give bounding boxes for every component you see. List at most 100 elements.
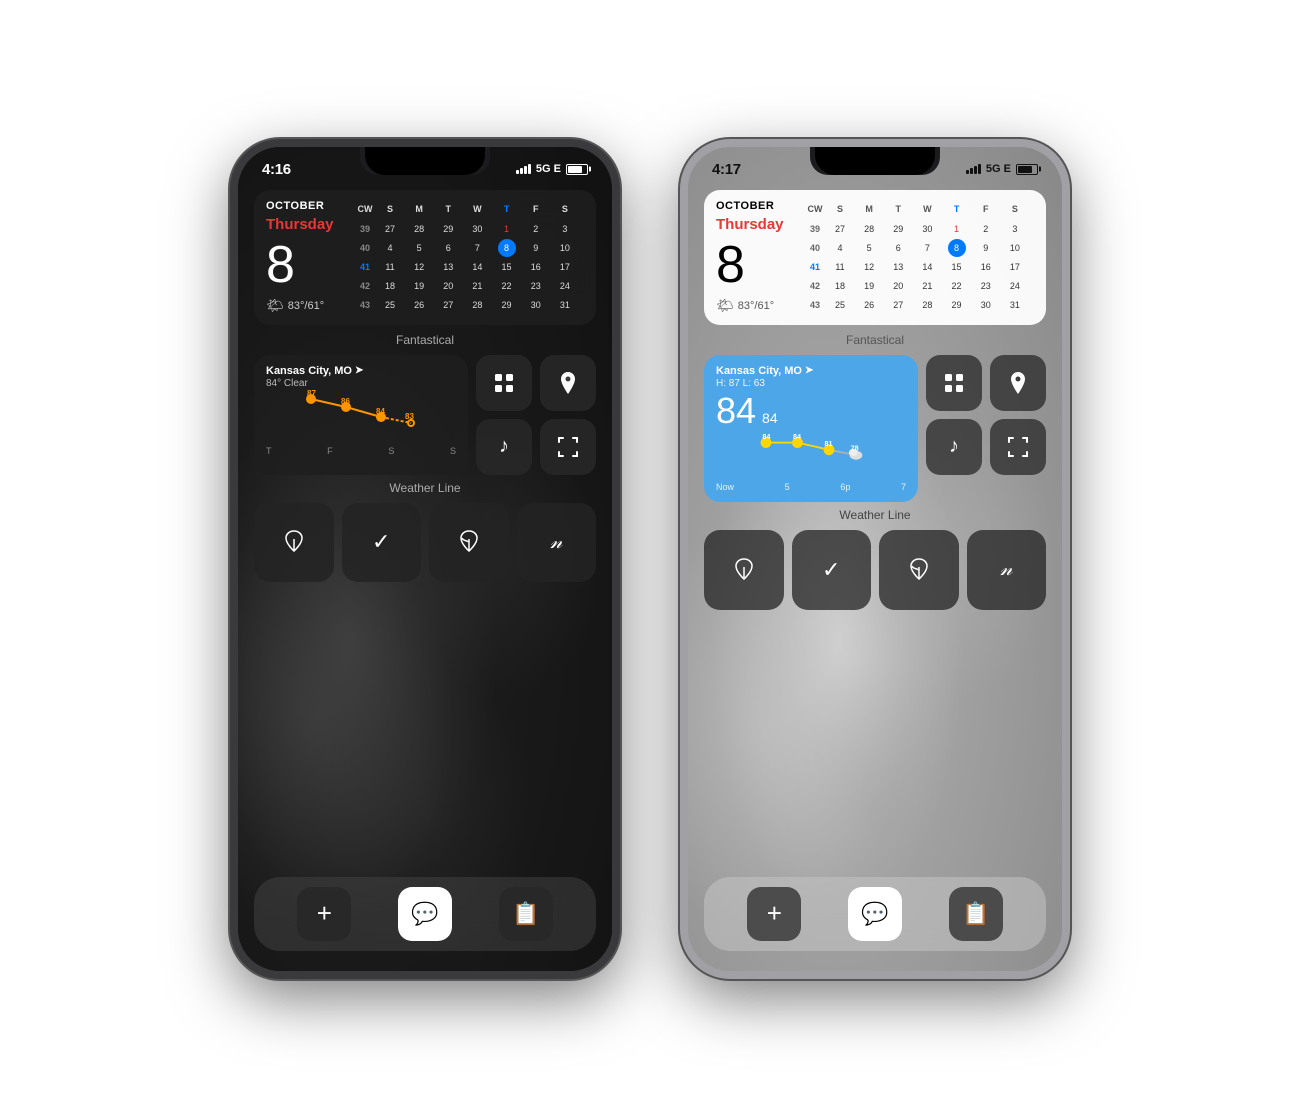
status-right-light: 5G E xyxy=(966,163,1038,175)
content-area: OCTOBER Thursday 8 🌤 83°/61° CW S M T xyxy=(238,182,612,583)
svg-text:84: 84 xyxy=(376,407,385,416)
weather-line-label-light: Weather Line xyxy=(704,508,1046,522)
app-icon-maps[interactable] xyxy=(540,355,596,411)
svg-text:83: 83 xyxy=(405,412,414,421)
maps-icon xyxy=(557,370,579,396)
app-icon-pair-bottom-light: ♪ xyxy=(926,419,1046,475)
cal-week-row: 40 4 5 6 7 8 9 10 xyxy=(806,239,1034,257)
cal-week-row: 42 18 19 20 21 22 23 24 xyxy=(806,277,1034,295)
grid-icon xyxy=(493,372,515,394)
cursive-n-icon-light: 𝓃 xyxy=(1000,558,1012,581)
cal-left-light: OCTOBER Thursday 8 🌤 83°/61° xyxy=(716,200,796,315)
calendar-widget[interactable]: OCTOBER Thursday 8 🌤 83°/61° CW S M T xyxy=(254,190,596,325)
cal-weather-light: 🌤 83°/61° xyxy=(716,297,796,314)
cal-week-row: 43 25 26 27 28 29 30 31 xyxy=(806,296,1034,314)
weather-desc: 84° Clear xyxy=(266,378,456,389)
sun-icon-light: 🌤 xyxy=(716,297,734,314)
chat-icon: 💬 xyxy=(411,901,438,927)
app-icon-check[interactable]: ✓ xyxy=(342,503,422,583)
signal-icon xyxy=(516,164,531,174)
cal-header-row: CW S M T W T F S xyxy=(356,200,584,218)
fantastical-label: Fantastical xyxy=(254,333,596,347)
content-area-light: OCTOBER Thursday 8 🌤 83°/61° CW S M T W xyxy=(688,182,1062,610)
status-time: 4:16 xyxy=(262,161,291,178)
battery-fill xyxy=(568,166,582,173)
location-icon-light: ➤ xyxy=(805,365,813,376)
sun-icon: 🌤 xyxy=(266,297,284,314)
app-icon-pair-bottom: ♪ xyxy=(476,419,596,475)
battery-fill-light xyxy=(1018,166,1032,173)
weather-hl: H: 87 L: 63 xyxy=(716,378,906,389)
cal-day-name: Thursday xyxy=(266,216,346,233)
dock-add-button[interactable]: + xyxy=(297,887,351,941)
leaf-icon xyxy=(283,529,305,555)
svg-text:78: 78 xyxy=(851,444,859,453)
cal-left: OCTOBER Thursday 8 🌤 83°/61° xyxy=(266,200,346,315)
battery-icon xyxy=(566,164,588,175)
app-icons-col-light: ♪ xyxy=(926,355,1046,503)
weather-line-label: Weather Line xyxy=(254,481,596,495)
svg-text:84: 84 xyxy=(793,432,801,441)
cal-week-row: 41 11 12 13 14 15 16 17 xyxy=(356,258,584,276)
weather-temp-small: 84 xyxy=(762,410,778,426)
cal-header-row-light: CW S M T W T F S xyxy=(806,200,1034,218)
cal-day-number: 8 xyxy=(266,239,346,291)
app-icon-music-light[interactable]: ♪ xyxy=(926,419,982,475)
plant-icon xyxy=(458,529,480,555)
cal-right: CW S M T W T F S 39 27 28 29 xyxy=(356,200,584,315)
weather-city-light: Kansas City, MO ➤ xyxy=(716,365,906,377)
cal-month-light: OCTOBER xyxy=(716,200,796,212)
cal-temp: 83°/61° xyxy=(288,300,324,312)
scan-icon-light xyxy=(1007,436,1029,458)
app-icon-check-light[interactable]: ✓ xyxy=(792,530,872,610)
status-right: 5G E xyxy=(516,163,588,175)
app-icon-music[interactable]: ♪ xyxy=(476,419,532,475)
bottom-apps-row-light: ✓ 𝓃 xyxy=(704,530,1046,610)
weather-widget-light[interactable]: Kansas City, MO ➤ H: 87 L: 63 84 84 xyxy=(704,355,918,503)
cal-week-row: 43 25 26 27 28 29 30 31 xyxy=(356,296,584,314)
scan-icon xyxy=(557,436,579,458)
app-icon-grid-light[interactable] xyxy=(926,355,982,411)
cal-day-number-light: 8 xyxy=(716,239,796,291)
checkmark-icon: ✓ xyxy=(372,529,390,555)
dock-add-button-light[interactable]: + xyxy=(747,887,801,941)
weather-widget[interactable]: Kansas City, MO ➤ 84° Clear 87 86 xyxy=(254,355,468,475)
app-icon-scan[interactable] xyxy=(540,419,596,475)
app-icon-grid[interactable] xyxy=(476,355,532,411)
cal-month: OCTOBER xyxy=(266,200,346,212)
music-icon-light: ♪ xyxy=(949,435,959,458)
notch xyxy=(365,147,485,175)
plus-icon: + xyxy=(317,898,332,929)
status-time-light: 4:17 xyxy=(712,161,741,178)
app-icon-plant-light[interactable] xyxy=(879,530,959,610)
app-icon-leaf-light[interactable] xyxy=(704,530,784,610)
app-icon-noteship[interactable]: 𝓃 xyxy=(517,503,597,583)
app-icon-noteship-light[interactable]: 𝓃 xyxy=(967,530,1047,610)
weather-chart: 87 86 84 83 xyxy=(266,389,456,439)
weather-apps-row: Kansas City, MO ➤ 84° Clear 87 86 xyxy=(254,355,596,475)
app-icon-maps-light[interactable] xyxy=(990,355,1046,411)
cal-week-row: 42 18 19 20 21 22 23 24 xyxy=(356,277,584,295)
checkmark-icon-light: ✓ xyxy=(822,557,840,583)
cal-weather: 🌤 83°/61° xyxy=(266,297,346,314)
dock-messages-button[interactable]: 💬 xyxy=(398,887,452,941)
app-icon-plant[interactable] xyxy=(429,503,509,583)
app-icon-scan-light[interactable] xyxy=(990,419,1046,475)
app-icon-leaf[interactable] xyxy=(254,503,334,583)
dock-notes-button[interactable]: 📋 xyxy=(499,887,553,941)
network-label-light: 5G E xyxy=(986,163,1011,175)
dock-light: + 💬 📋 xyxy=(704,877,1046,951)
cursive-n-icon: 𝓃 xyxy=(550,531,562,554)
cal-week-row: 41 11 12 13 14 15 16 17 xyxy=(806,258,1034,276)
leaf-icon-light xyxy=(733,557,755,583)
plus-icon-light: + xyxy=(767,898,782,929)
dock-messages-button-light[interactable]: 💬 xyxy=(848,887,902,941)
fantastical-label-light: Fantastical xyxy=(704,333,1046,347)
weather-apps-row-light: Kansas City, MO ➤ H: 87 L: 63 84 84 xyxy=(704,355,1046,503)
battery-icon-light xyxy=(1016,164,1038,175)
dock-notes-button-light[interactable]: 📋 xyxy=(949,887,1003,941)
calendar-widget-light[interactable]: OCTOBER Thursday 8 🌤 83°/61° CW S M T W xyxy=(704,190,1046,325)
chat-icon-light: 💬 xyxy=(861,901,888,927)
network-label: 5G E xyxy=(536,163,561,175)
dock: + 💬 📋 xyxy=(254,877,596,951)
